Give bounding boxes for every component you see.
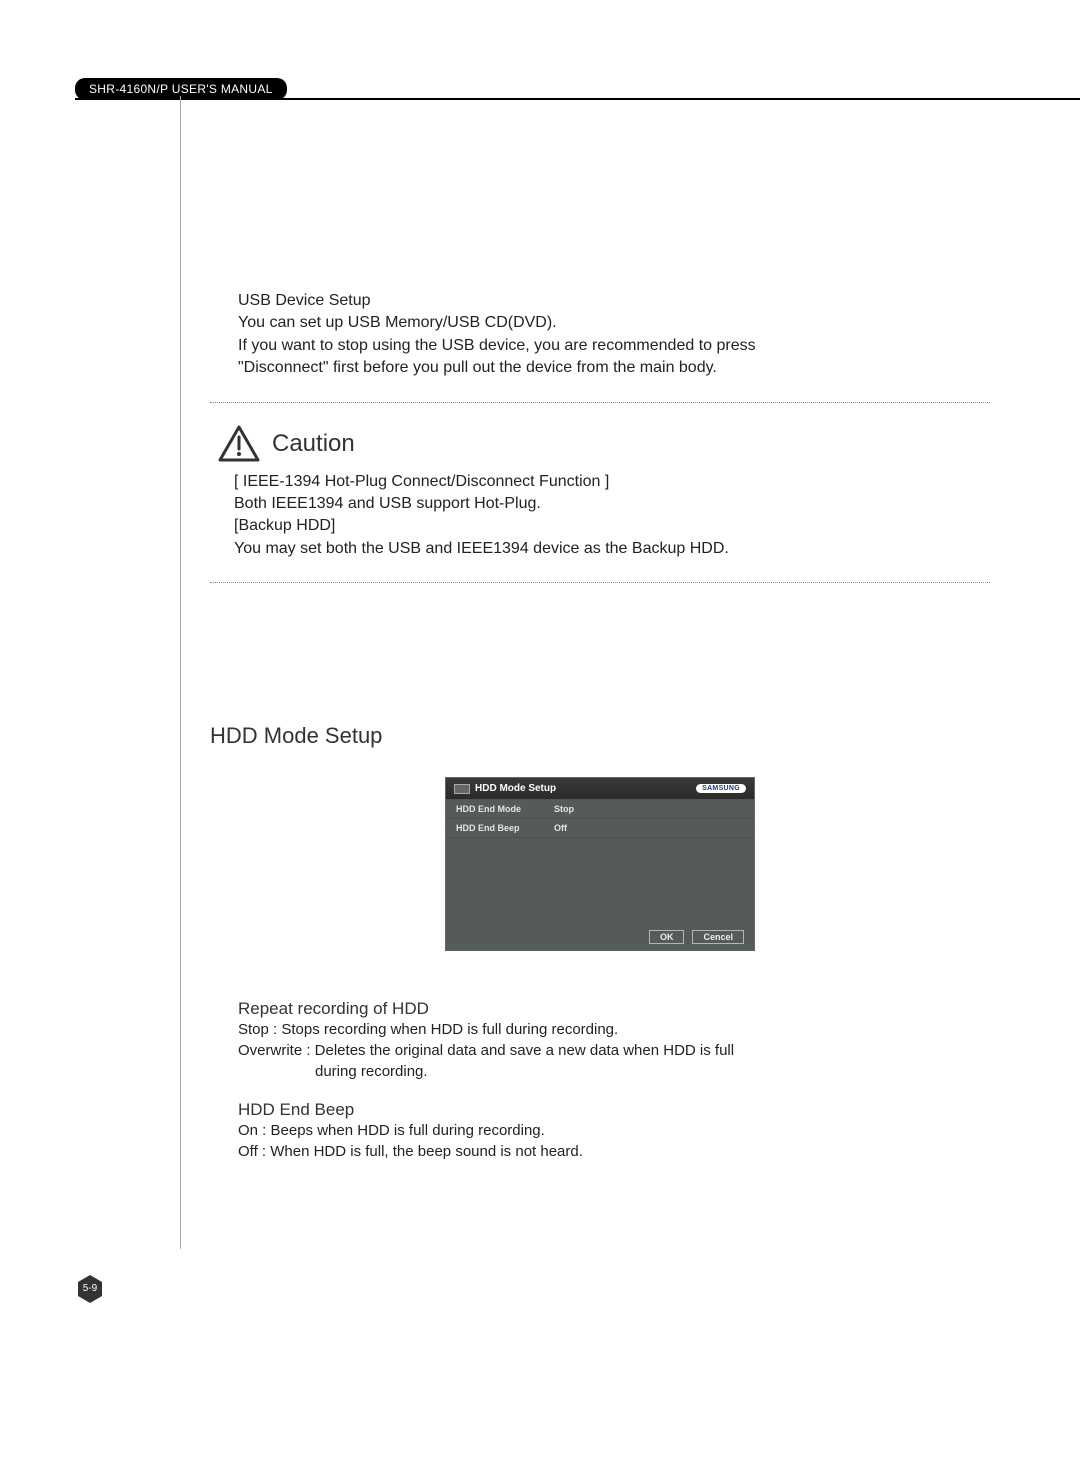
osd-body: HDD End Mode Stop HDD End Beep Off OK Ce… [446, 800, 754, 950]
dotted-divider-top [210, 402, 990, 403]
beep-line-1: On : Beeps when HDD is full during recor… [238, 1120, 990, 1141]
osd-button-row: OK Cencel [649, 930, 744, 944]
page-number-badge: 5-9 [75, 1274, 105, 1304]
osd-title-icon [454, 784, 470, 794]
osd-row-value: Off [554, 823, 744, 833]
osd-title-bar: HDD Mode Setup SAMSUNG [446, 778, 754, 800]
osd-row: HDD End Mode Stop [446, 800, 754, 819]
caution-triangle-icon [218, 425, 260, 463]
osd-cancel-button: Cencel [692, 930, 744, 944]
usb-setup-block: USB Device Setup You can set up USB Memo… [238, 290, 990, 380]
osd-row: HDD End Beep Off [446, 819, 754, 838]
caution-heading-row: Caution [218, 425, 990, 463]
caution-line-3: [Backup HDD] [234, 515, 990, 537]
repeat-line-1: Stop : Stops recording when HDD is full … [238, 1019, 990, 1040]
usb-line-4: "Disconnect" first before you pull out t… [238, 357, 990, 379]
hdd-end-beep-heading: HDD End Beep [238, 1100, 990, 1120]
repeat-line-2b: during recording. [315, 1061, 990, 1082]
page-number: 5-9 [83, 1283, 97, 1294]
caution-line-4: You may set both the USB and IEEE1394 de… [234, 538, 990, 560]
repeat-recording-heading: Repeat recording of HDD [238, 999, 990, 1019]
caution-title: Caution [272, 430, 355, 458]
vertical-divider [180, 96, 181, 1249]
repeat-line-2a: Overwrite : Deletes the original data an… [238, 1040, 990, 1061]
main-content: USB Device Setup You can set up USB Memo… [210, 290, 990, 1162]
osd-row-value: Stop [554, 804, 744, 814]
dotted-divider-bottom [210, 582, 990, 583]
usb-line-1: USB Device Setup [238, 290, 990, 312]
osd-title: HDD Mode Setup [475, 783, 556, 794]
caution-line-2: Both IEEE1394 and USB support Hot-Plug. [234, 493, 990, 515]
osd-row-label: HDD End Mode [456, 804, 554, 814]
caution-body: [ IEEE-1394 Hot-Plug Connect/Disconnect … [234, 471, 990, 561]
osd-screenshot: HDD Mode Setup SAMSUNG HDD End Mode Stop… [445, 777, 755, 951]
beep-line-2: Off : When HDD is full, the beep sound i… [238, 1141, 990, 1162]
page-header: SHR-4160N/P USER'S MANUAL [75, 78, 1080, 100]
hdd-mode-setup-heading: HDD Mode Setup [210, 723, 990, 749]
caution-line-1: [ IEEE-1394 Hot-Plug Connect/Disconnect … [234, 471, 990, 493]
osd-row-label: HDD End Beep [456, 823, 554, 833]
usb-line-2: You can set up USB Memory/USB CD(DVD). [238, 312, 990, 334]
osd-brand-badge: SAMSUNG [696, 784, 746, 793]
usb-line-3: If you want to stop using the USB device… [238, 335, 990, 357]
osd-ok-button: OK [649, 930, 685, 944]
